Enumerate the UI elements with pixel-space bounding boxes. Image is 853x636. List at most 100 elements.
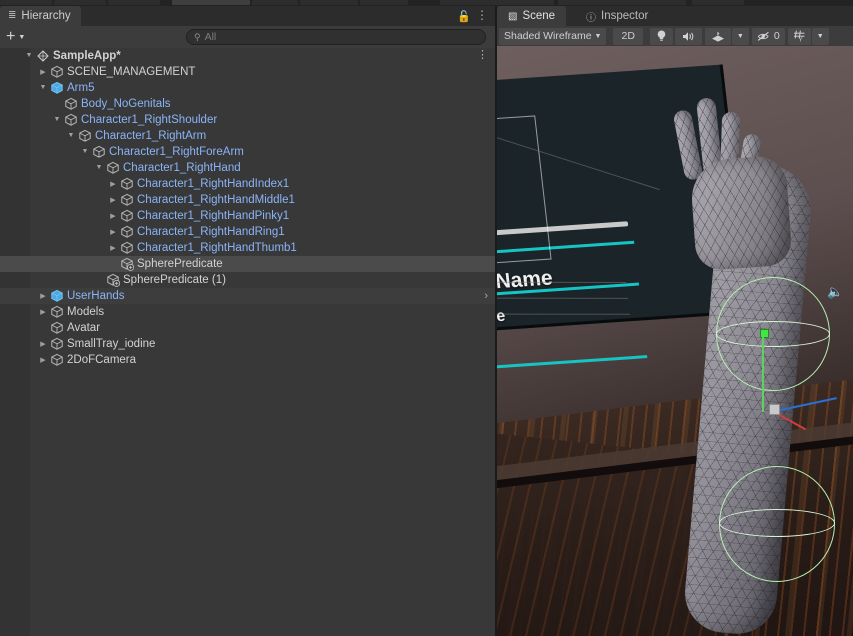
hierarchy-row-label: UserHands	[67, 290, 125, 302]
axis-origin-cube[interactable]	[769, 404, 780, 415]
expand-arrow-open[interactable]: ▼	[52, 116, 62, 123]
gizmos-dropdown[interactable]: ▼	[811, 27, 829, 45]
hierarchy-row-label: SpherePredicate	[137, 258, 223, 270]
cube-icon	[92, 145, 106, 159]
hierarchy-row-label: SCENE_MANAGEMENT	[67, 66, 196, 78]
hierarchy-row[interactable]: ▶ 2DoFCamera	[0, 352, 495, 368]
expand-arrow-closed[interactable]: ▶	[108, 212, 118, 220]
effects-icon	[711, 31, 724, 42]
tab-inspector-label: Inspector	[601, 10, 649, 22]
hierarchy-row[interactable]: ▶ Character1_RightHandMiddle1	[0, 192, 495, 208]
expand-arrow-open[interactable]: ▼	[80, 148, 90, 155]
scene-icon	[36, 49, 50, 63]
tab-hierarchy[interactable]: ≣ Hierarchy	[0, 6, 81, 26]
hierarchy-row-label: Body_NoGenitals	[81, 98, 171, 110]
info-circle-icon: ⓘ	[586, 12, 596, 24]
create-button[interactable]: + ▼	[6, 28, 25, 45]
tab-scene[interactable]: ▧ Scene	[497, 6, 567, 26]
2d-toggle-button[interactable]: 2D	[613, 27, 643, 45]
prefab-add-icon	[121, 257, 134, 271]
hierarchy-tree[interactable]: ▼ SampleApp* ⋮ ▶ SCENE_MANAGEMENT ▼ Arm5 Body_N…	[0, 48, 495, 636]
hierarchy-row-label: Models	[67, 306, 105, 318]
axis-y-green[interactable]	[762, 334, 764, 412]
hierarchy-row-label: Character1_RightHand	[123, 162, 241, 174]
scene-viewport[interactable]: rogress:00ent Action Names Action Nameme…	[497, 46, 853, 636]
prefab-add-icon	[120, 257, 134, 271]
cube-icon	[106, 161, 120, 175]
cube-icon	[79, 129, 91, 142]
search-input[interactable]: ⚲ All	[186, 29, 486, 45]
expand-arrow-closed[interactable]: ▶	[38, 308, 48, 316]
tab-inspector[interactable]: ⓘ Inspector	[575, 6, 659, 26]
hierarchy-menu-icon[interactable]: ⋮	[476, 9, 488, 21]
prefab-add-icon	[106, 273, 120, 287]
hierarchy-row-label: Character1_RightHandIndex1	[137, 178, 290, 190]
hierarchy-row[interactable]: ▼ Character1_RightHand	[0, 160, 495, 176]
expand-arrow-closed[interactable]: ▶	[38, 356, 48, 364]
cube-icon	[50, 305, 64, 319]
hierarchy-row[interactable]: ▶ Character1_RightHandRing1	[0, 224, 495, 240]
expand-arrow-open[interactable]: ▼	[94, 164, 104, 171]
cube-icon	[120, 177, 134, 191]
palm-mesh	[689, 154, 793, 272]
cube-icon	[120, 241, 134, 255]
grid-hash-icon: ▧	[508, 10, 518, 22]
cube-icon	[120, 209, 134, 223]
audio-toggle-button[interactable]	[674, 27, 702, 45]
open-prefab-chevron-icon[interactable]: ›	[484, 289, 488, 303]
hierarchy-row[interactable]: Body_NoGenitals	[0, 96, 495, 112]
hierarchy-row[interactable]: ▶ Character1_RightHandThumb1	[0, 240, 495, 256]
cube-icon	[65, 113, 77, 126]
wireframe-line-5	[497, 313, 630, 315]
chevron-down-icon: ▼	[816, 32, 824, 40]
cube-icon	[65, 97, 77, 110]
hierarchy-row[interactable]: ▼ Character1_RightShoulder	[0, 112, 495, 128]
scene-tabbar: ▧ Scene ⓘ Inspector	[497, 6, 853, 26]
hidden-objects-button[interactable]: 0	[751, 27, 785, 45]
hierarchy-row-label: Character1_RightShoulder	[81, 114, 218, 126]
expand-arrow-closed[interactable]: ▶	[38, 340, 48, 348]
hierarchy-row[interactable]: ▶ UserHands ›	[0, 288, 495, 304]
expand-arrow-closed[interactable]: ▶	[38, 68, 48, 76]
hierarchy-row[interactable]: SpherePredicate	[0, 256, 495, 272]
cube-icon	[121, 241, 133, 254]
svg-text:Y: Y	[798, 38, 802, 42]
hierarchy-row[interactable]: ▶ Character1_RightHandIndex1	[0, 176, 495, 192]
hierarchy-row[interactable]: ▼ SampleApp* ⋮	[0, 48, 495, 64]
lighting-toggle-button[interactable]	[649, 27, 673, 45]
gizmos-button[interactable]: Y	[787, 27, 811, 45]
lock-open-icon[interactable]: 🔓	[457, 10, 471, 23]
hierarchy-row[interactable]: Avatar	[0, 320, 495, 336]
board-text: ent Action Name	[497, 266, 554, 300]
row-menu-icon[interactable]: ⋮	[477, 49, 488, 62]
cube-icon	[51, 65, 63, 78]
prefab-icon	[51, 81, 63, 94]
cube-icon	[107, 161, 119, 174]
draw-mode-dropdown[interactable]: Shaded Wireframe ▼	[499, 27, 607, 45]
hierarchy-row[interactable]: ▼ Character1_RightForeArm	[0, 144, 495, 160]
cube-icon	[78, 129, 92, 143]
expand-arrow-closed[interactable]: ▶	[108, 228, 118, 236]
effects-toggle-button[interactable]	[704, 27, 731, 45]
hierarchy-row[interactable]: ▶ SmallTray_iodine	[0, 336, 495, 352]
expand-arrow-closed[interactable]: ▶	[108, 180, 118, 188]
expand-arrow-closed[interactable]: ▶	[108, 196, 118, 204]
expand-arrow-closed[interactable]: ▶	[108, 244, 118, 252]
hierarchy-row-label: SpherePredicate (1)	[123, 274, 226, 286]
cube-icon	[121, 193, 133, 206]
hierarchy-row[interactable]: ▶ SCENE_MANAGEMENT	[0, 64, 495, 80]
effects-dropdown[interactable]: ▼	[731, 27, 749, 45]
2d-toggle-label: 2D	[621, 30, 635, 42]
hierarchy-row[interactable]: ▶ Character1_RightHandPinky1	[0, 208, 495, 224]
tab-scene-label: Scene	[522, 10, 556, 22]
hierarchy-list-icon: ≣	[8, 10, 17, 21]
expand-arrow-open[interactable]: ▼	[66, 132, 76, 139]
expand-arrow-open[interactable]: ▼	[38, 84, 48, 91]
hierarchy-row[interactable]: ▼ Character1_RightArm	[0, 128, 495, 144]
hierarchy-row[interactable]: ▶ Models	[0, 304, 495, 320]
hierarchy-row[interactable]: SpherePredicate (1)	[0, 272, 495, 288]
create-button-label: +	[6, 28, 16, 45]
expand-arrow-closed[interactable]: ▶	[38, 292, 48, 300]
expand-arrow-open[interactable]: ▼	[24, 52, 34, 59]
hierarchy-row[interactable]: ▼ Arm5	[0, 80, 495, 96]
